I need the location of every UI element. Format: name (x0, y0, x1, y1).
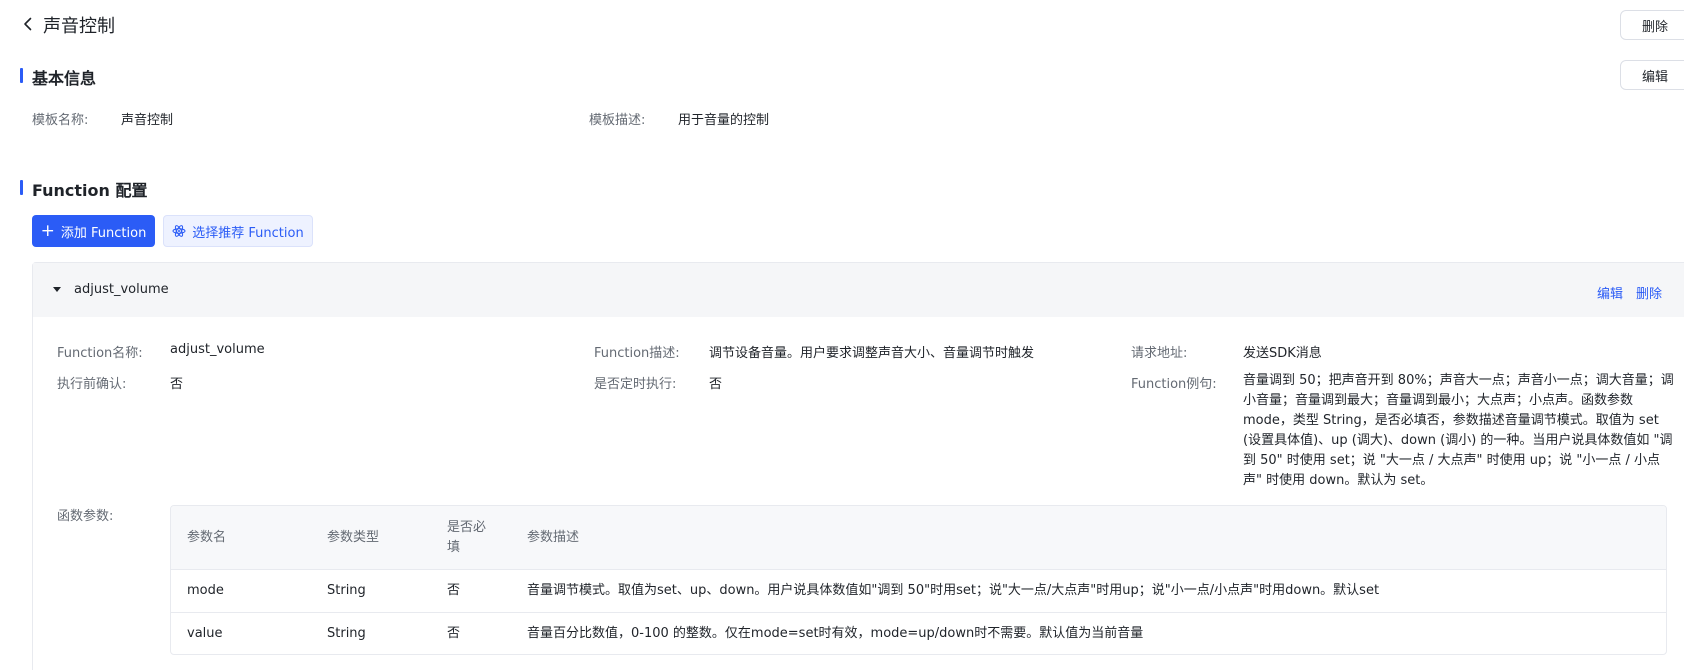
function-card-title: adjust_volume (74, 282, 169, 297)
col-header-param-name: 参数名 (187, 530, 227, 545)
col-header-param-desc: 参数描述 (527, 530, 580, 545)
function-name-label: Function名称: (57, 346, 143, 361)
basic-info-section-title: 基本信息 (20, 65, 96, 89)
scheduled-exec-label: 是否定时执行: (594, 377, 677, 392)
atom-icon (172, 225, 186, 237)
confirm-before-exec-label: 执行前确认: (57, 377, 127, 392)
param-type-cell: String (327, 626, 366, 641)
caret-down-icon[interactable] (53, 287, 61, 292)
edit-basic-info-button[interactable]: 编辑 (1620, 60, 1684, 90)
function-card-header[interactable]: adjust_volume 编辑 删除 (33, 263, 1684, 317)
function-name-value: adjust_volume (170, 342, 265, 357)
function-desc-label: Function描述: (594, 346, 680, 361)
edit-function-link[interactable]: 编辑 (1597, 283, 1623, 302)
param-name-cell: value (187, 626, 223, 641)
params-table-header: 参数名 参数类型 是否必填 参数描述 (171, 506, 1666, 570)
param-type-cell: String (327, 583, 366, 598)
delete-template-button[interactable]: 删除 (1620, 10, 1684, 40)
col-header-param-type: 参数类型 (327, 530, 380, 545)
table-row: mode String 否 音量调节模式。取值为set、up、down。用户说具… (171, 570, 1666, 613)
select-recommended-function-label: 选择推荐 Function (192, 225, 304, 241)
param-name-cell: mode (187, 583, 224, 598)
request-url-value: 发送SDK消息 (1243, 346, 1322, 361)
function-config-section-title: Function 配置 (20, 177, 148, 201)
param-required-cell: 否 (447, 583, 461, 598)
col-header-required: 是否必填 (447, 520, 487, 555)
param-desc-cell: 音量调节模式。取值为set、up、down。用户说具体数值如"调到 50"时用s… (527, 583, 1380, 598)
add-function-label: 添加 Function (60, 225, 147, 241)
function-params-label: 函数参数: (57, 509, 114, 524)
page-header: 声音控制 (0, 0, 1684, 50)
table-row: value String 否 音量百分比数值，0-100 的整数。仅在mode=… (171, 613, 1666, 654)
param-required-cell: 否 (447, 626, 461, 641)
select-recommended-function-button[interactable]: 选择推荐 Function (163, 215, 313, 247)
plus-icon: + (40, 220, 55, 241)
function-example-label: Function例句: (1131, 377, 1217, 392)
template-name-label: 模板名称: (32, 113, 89, 128)
delete-function-link[interactable]: 删除 (1636, 283, 1662, 302)
params-table: 参数名 参数类型 是否必填 参数描述 mode String 否 音量调节模式。… (170, 505, 1667, 655)
template-desc-label: 模板描述: (589, 113, 646, 128)
param-desc-cell: 音量百分比数值，0-100 的整数。仅在mode=set时有效，mode=up/… (527, 626, 1144, 641)
confirm-before-exec-value: 否 (170, 377, 184, 392)
scheduled-exec-value: 否 (709, 377, 723, 392)
chevron-left-icon[interactable] (20, 16, 36, 32)
function-example-value: 音量调到 50；把声音开到 80%；声音大一点；声音小一点；调大音量；调小音量；… (1243, 373, 1674, 488)
template-desc-value: 用于音量的控制 (678, 113, 770, 128)
page-title: 声音控制 (43, 16, 115, 37)
request-url-label: 请求地址: (1131, 346, 1188, 361)
add-function-button[interactable]: + 添加 Function (32, 215, 155, 247)
template-name-value: 声音控制 (121, 113, 174, 128)
function-desc-value: 调节设备音量。用户要求调整声音大小、音量调节时触发 (709, 346, 1035, 361)
